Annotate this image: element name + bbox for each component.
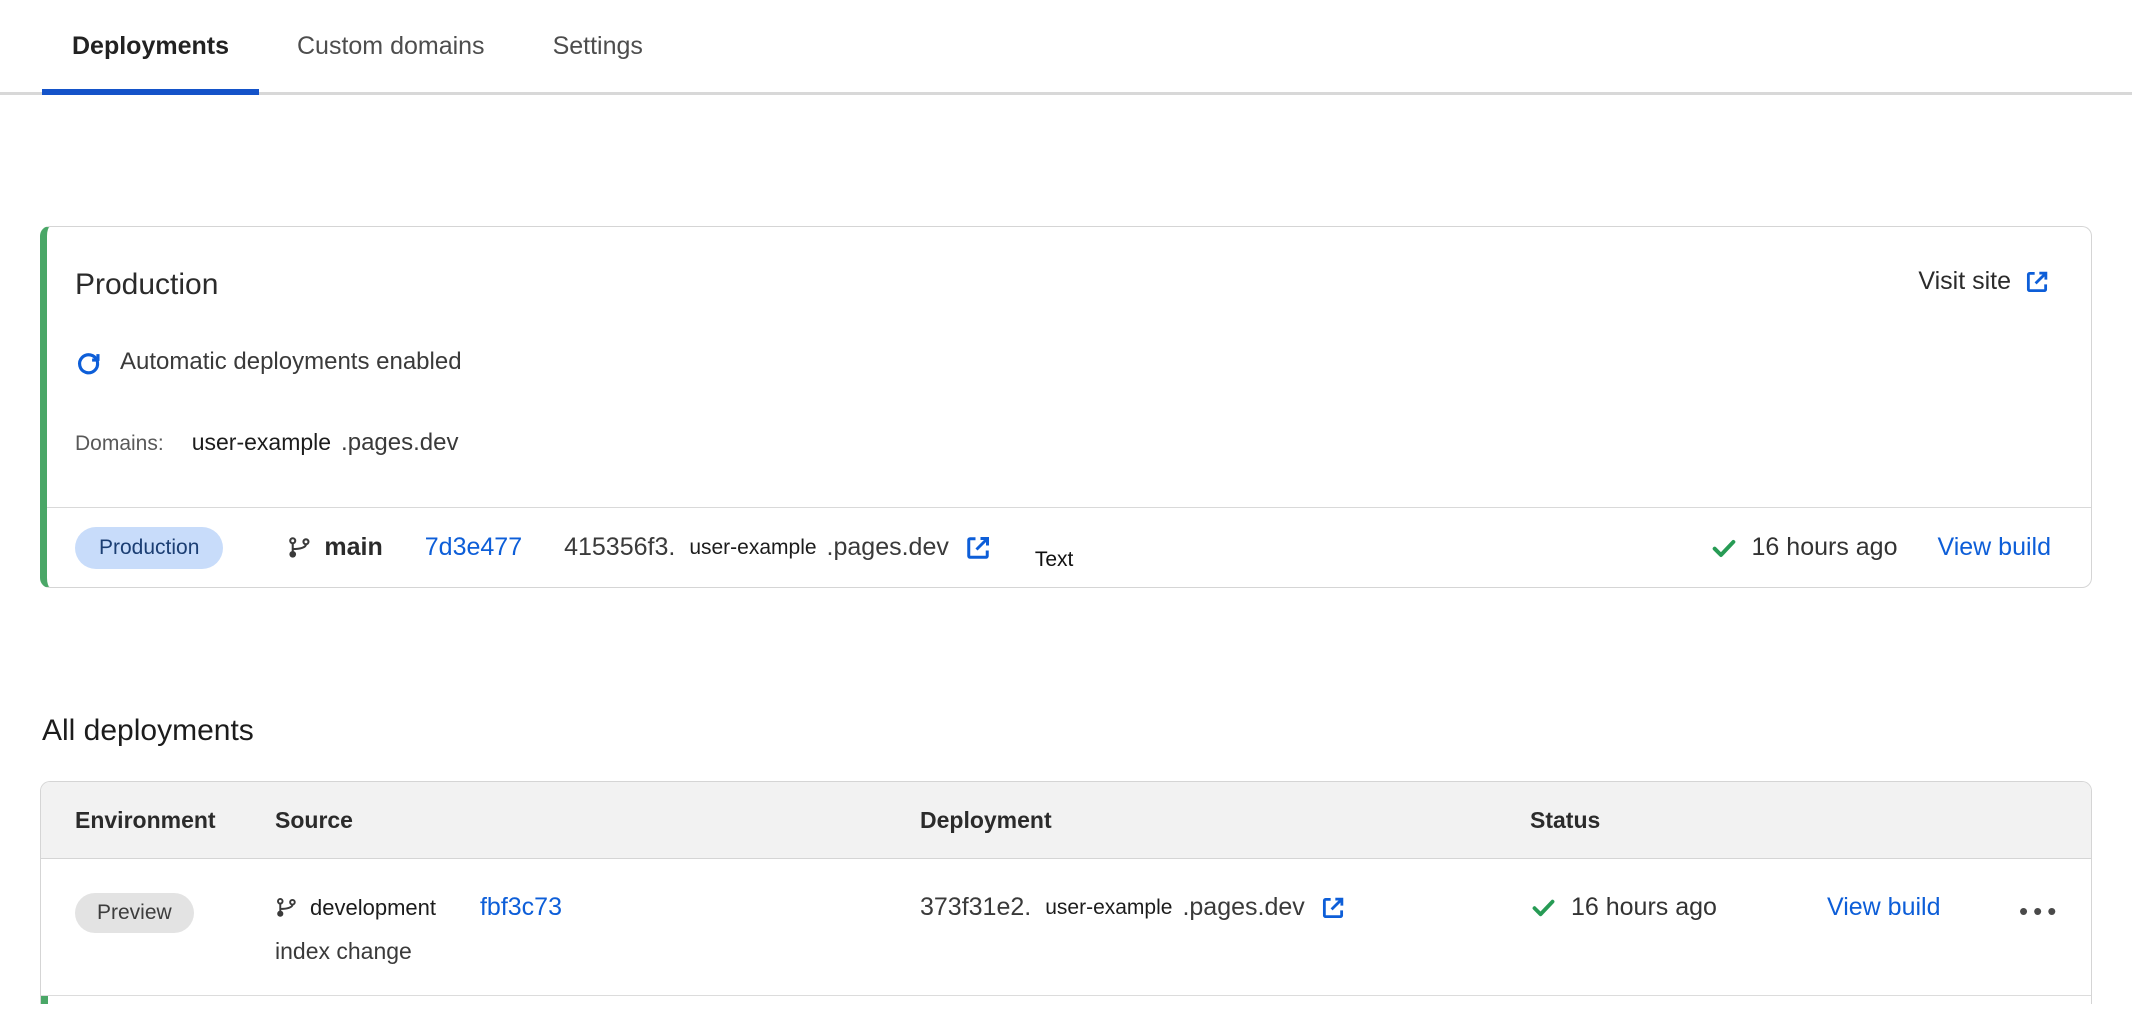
production-card: Production Visit site Automat [40, 226, 2092, 588]
deployment-id: 415356f3. [564, 533, 675, 562]
tab-custom-domains[interactable]: Custom domains [267, 0, 515, 95]
branch-name: development [310, 895, 436, 921]
next-row-peek [41, 996, 2091, 1004]
deployment-domain: user-example [689, 536, 816, 560]
commit-hash-link[interactable]: fbf3c73 [480, 893, 562, 922]
domain-name: user-example [192, 427, 331, 457]
open-deployment-link[interactable] [963, 533, 993, 563]
column-header-environment: Environment [75, 807, 275, 834]
success-check-icon [1530, 894, 1557, 921]
view-build-link[interactable]: View build [1937, 533, 2051, 562]
deployments-table-header: Environment Source Deployment Status [41, 782, 2091, 859]
deployment-time: 16 hours ago [1571, 893, 1717, 922]
deployment-table-row: Preview development fbf3c73 index change [41, 859, 2091, 995]
deployment-id: 373f31e2. [920, 893, 1031, 922]
open-deployment-link[interactable] [1319, 894, 1347, 922]
commit-hash-link[interactable]: 7d3e477 [425, 533, 522, 562]
tab-settings[interactable]: Settings [523, 0, 673, 95]
commit-message: index change [275, 938, 920, 965]
visit-site-label: Visit site [1918, 267, 2011, 296]
column-header-deployment: Deployment [920, 807, 1530, 834]
external-link-icon [2023, 268, 2051, 296]
visit-site-button[interactable]: Visit site [1918, 267, 2051, 296]
git-branch-icon [275, 896, 298, 919]
deployment-domain-suffix: .pages.dev [1182, 893, 1304, 922]
column-header-source: Source [275, 807, 920, 834]
auto-deployments-text: Automatic deployments enabled [120, 347, 462, 377]
production-deployment-row: Production main 7d3e477 415356f3. user-e… [47, 507, 2091, 587]
tab-bar: Deployments Custom domains Settings [0, 0, 2132, 95]
deployment-domain-suffix: .pages.dev [827, 533, 949, 562]
environment-badge: Preview [75, 893, 194, 933]
tab-deployments[interactable]: Deployments [42, 0, 259, 95]
row-menu-ellipsis-icon[interactable]: ••• [2019, 896, 2061, 926]
deployment-domain: user-example [1045, 896, 1172, 920]
deployments-table: Environment Source Deployment Status Pre… [40, 781, 2092, 1004]
success-check-icon [1710, 534, 1738, 562]
production-card-title: Production [75, 267, 218, 303]
view-build-link[interactable]: View build [1827, 893, 1941, 921]
deployment-time: 16 hours ago [1752, 533, 1898, 562]
all-deployments-title: All deployments [42, 713, 2132, 749]
domains-label: Domains: [75, 429, 164, 459]
text-annotation: Text [1035, 548, 1074, 572]
refresh-icon [75, 349, 102, 376]
git-branch-icon [287, 535, 312, 560]
environment-badge: Production [75, 527, 223, 569]
branch-name: main [324, 533, 382, 562]
column-header-status: Status [1530, 807, 1827, 834]
domain-suffix: .pages.dev [341, 428, 458, 458]
